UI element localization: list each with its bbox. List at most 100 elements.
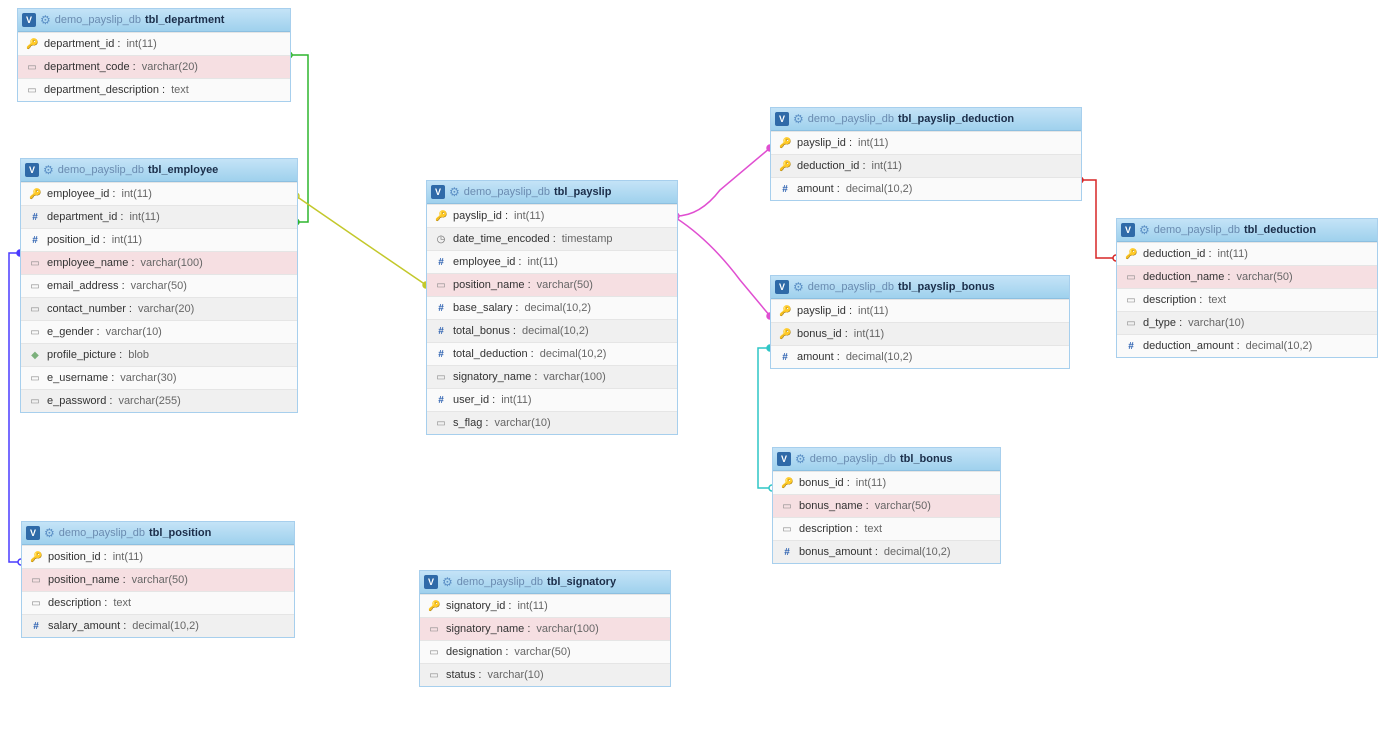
table-header[interactable]: V⚙demo_payslip_db tbl_employee xyxy=(21,159,297,182)
table-employee[interactable]: V⚙demo_payslip_db tbl_employee🔑employee_… xyxy=(20,158,298,413)
column-row[interactable]: #position_id : int(11) xyxy=(21,228,297,251)
column-type: blob xyxy=(128,349,149,361)
column-row[interactable]: 🔑employee_id : int(11) xyxy=(21,182,297,205)
column-row[interactable]: ▭e_gender : varchar(10) xyxy=(21,320,297,343)
column-type: varchar(50) xyxy=(132,574,188,586)
table-type-icon: V xyxy=(22,13,36,27)
column-row[interactable]: 🔑signatory_id : int(11) xyxy=(420,594,670,617)
er-diagram-canvas[interactable]: { "db": "demo_payslip_db", "tables": { "… xyxy=(0,0,1395,732)
column-row[interactable]: ▭e_username : varchar(30) xyxy=(21,366,297,389)
column-row[interactable]: ▭position_name : varchar(50) xyxy=(22,568,294,591)
column-name: user_id : xyxy=(453,394,495,406)
column-name: signatory_name : xyxy=(446,623,530,635)
gear-icon[interactable]: ⚙ xyxy=(793,281,804,293)
gear-icon[interactable]: ⚙ xyxy=(1139,224,1150,236)
table-deduction[interactable]: V⚙demo_payslip_db tbl_deduction🔑deductio… xyxy=(1116,218,1378,358)
column-row[interactable]: #amount : decimal(10,2) xyxy=(771,177,1081,200)
numeric-icon: # xyxy=(435,395,447,406)
column-row[interactable]: ▭signatory_name : varchar(100) xyxy=(427,365,677,388)
table-department[interactable]: V⚙demo_payslip_db tbl_department🔑departm… xyxy=(17,8,291,102)
column-row[interactable]: 🔑deduction_id : int(11) xyxy=(771,154,1081,177)
column-row[interactable]: 🔑deduction_id : int(11) xyxy=(1117,242,1377,265)
column-type: varchar(50) xyxy=(537,279,593,291)
column-row[interactable]: #department_id : int(11) xyxy=(21,205,297,228)
column-row[interactable]: 🔑payslip_id : int(11) xyxy=(771,131,1081,154)
column-row[interactable]: #deduction_amount : decimal(10,2) xyxy=(1117,334,1377,357)
column-row[interactable]: ▭signatory_name : varchar(100) xyxy=(420,617,670,640)
column-row[interactable]: ▭description : text xyxy=(773,517,1000,540)
text-icon: ▭ xyxy=(26,62,38,73)
table-header[interactable]: V⚙demo_payslip_db tbl_bonus xyxy=(773,448,1000,471)
column-row[interactable]: ▭employee_name : varchar(100) xyxy=(21,251,297,274)
column-row[interactable]: ▭bonus_name : varchar(50) xyxy=(773,494,1000,517)
numeric-icon: # xyxy=(29,235,41,246)
table-header[interactable]: V⚙demo_payslip_db tbl_deduction xyxy=(1117,219,1377,242)
gear-icon[interactable]: ⚙ xyxy=(449,186,460,198)
database-name: demo_payslip_db xyxy=(808,113,894,125)
column-type: decimal(10,2) xyxy=(132,620,199,632)
column-row[interactable]: #bonus_amount : decimal(10,2) xyxy=(773,540,1000,563)
column-type: int(11) xyxy=(122,188,152,200)
column-row[interactable]: ▭position_name : varchar(50) xyxy=(427,273,677,296)
column-row[interactable]: #user_id : int(11) xyxy=(427,388,677,411)
table-position[interactable]: V⚙demo_payslip_db tbl_position🔑position_… xyxy=(21,521,295,638)
column-row[interactable]: ◷date_time_encoded : timestamp xyxy=(427,227,677,250)
table-bonus[interactable]: V⚙demo_payslip_db tbl_bonus🔑bonus_id : i… xyxy=(772,447,1001,564)
gear-icon[interactable]: ⚙ xyxy=(44,527,55,539)
table-header[interactable]: V⚙demo_payslip_db tbl_payslip_bonus xyxy=(771,276,1069,299)
column-row[interactable]: 🔑position_id : int(11) xyxy=(22,545,294,568)
column-type: decimal(10,2) xyxy=(846,351,913,363)
column-row[interactable]: 🔑payslip_id : int(11) xyxy=(427,204,677,227)
column-row[interactable]: ▭description : text xyxy=(22,591,294,614)
column-row[interactable]: 🔑bonus_id : int(11) xyxy=(771,322,1069,345)
column-type: int(11) xyxy=(1218,248,1248,260)
text-icon: ▭ xyxy=(30,598,42,609)
column-row[interactable]: #employee_id : int(11) xyxy=(427,250,677,273)
column-row[interactable]: #amount : decimal(10,2) xyxy=(771,345,1069,368)
table-name: tbl_bonus xyxy=(900,453,953,465)
column-row[interactable]: ▭deduction_name : varchar(50) xyxy=(1117,265,1377,288)
column-row[interactable]: 🔑payslip_id : int(11) xyxy=(771,299,1069,322)
gear-icon[interactable]: ⚙ xyxy=(795,453,806,465)
gear-icon[interactable]: ⚙ xyxy=(40,14,51,26)
numeric-icon: # xyxy=(779,352,791,363)
column-row[interactable]: #salary_amount : decimal(10,2) xyxy=(22,614,294,637)
table-signatory[interactable]: V⚙demo_payslip_db tbl_signatory🔑signator… xyxy=(419,570,671,687)
column-row[interactable]: ▭e_password : varchar(255) xyxy=(21,389,297,412)
column-row[interactable]: ◆profile_picture : blob xyxy=(21,343,297,366)
table-payslip-bonus[interactable]: V⚙demo_payslip_db tbl_payslip_bonus🔑pays… xyxy=(770,275,1070,369)
column-row[interactable]: ▭d_type : varchar(10) xyxy=(1117,311,1377,334)
column-type: int(11) xyxy=(514,210,544,222)
column-row[interactable]: ▭email_address : varchar(50) xyxy=(21,274,297,297)
text-icon: ▭ xyxy=(29,373,41,384)
column-type: timestamp xyxy=(562,233,613,245)
gear-icon[interactable]: ⚙ xyxy=(442,576,453,588)
column-row[interactable]: #total_bonus : decimal(10,2) xyxy=(427,319,677,342)
column-name: signatory_name : xyxy=(453,371,537,383)
column-row[interactable]: ▭s_flag : varchar(10) xyxy=(427,411,677,434)
table-payslip-deduction[interactable]: V⚙demo_payslip_db tbl_payslip_deduction🔑… xyxy=(770,107,1082,201)
column-row[interactable]: ▭description : text xyxy=(1117,288,1377,311)
column-row[interactable]: #base_salary : decimal(10,2) xyxy=(427,296,677,319)
gear-icon[interactable]: ⚙ xyxy=(793,113,804,125)
column-name: date_time_encoded : xyxy=(453,233,556,245)
column-row[interactable]: 🔑department_id : int(11) xyxy=(18,32,290,55)
column-row[interactable]: ▭designation : varchar(50) xyxy=(420,640,670,663)
column-row[interactable]: ▭department_code : varchar(20) xyxy=(18,55,290,78)
column-name: employee_name : xyxy=(47,257,134,269)
column-row[interactable]: 🔑bonus_id : int(11) xyxy=(773,471,1000,494)
table-header[interactable]: V⚙demo_payslip_db tbl_signatory xyxy=(420,571,670,594)
table-header[interactable]: V⚙demo_payslip_db tbl_department xyxy=(18,9,290,32)
table-payslip[interactable]: V⚙demo_payslip_db tbl_payslip🔑payslip_id… xyxy=(426,180,678,435)
text-icon: ▭ xyxy=(29,281,41,292)
table-header[interactable]: V⚙demo_payslip_db tbl_payslip xyxy=(427,181,677,204)
column-row[interactable]: ▭contact_number : varchar(20) xyxy=(21,297,297,320)
table-header[interactable]: V⚙demo_payslip_db tbl_payslip_deduction xyxy=(771,108,1081,131)
gear-icon[interactable]: ⚙ xyxy=(43,164,54,176)
column-row[interactable]: ▭department_description : text xyxy=(18,78,290,101)
column-name: designation : xyxy=(446,646,508,658)
table-header[interactable]: V⚙demo_payslip_db tbl_position xyxy=(22,522,294,545)
column-row[interactable]: #total_deduction : decimal(10,2) xyxy=(427,342,677,365)
column-row[interactable]: ▭status : varchar(10) xyxy=(420,663,670,686)
column-name: total_bonus : xyxy=(453,325,516,337)
